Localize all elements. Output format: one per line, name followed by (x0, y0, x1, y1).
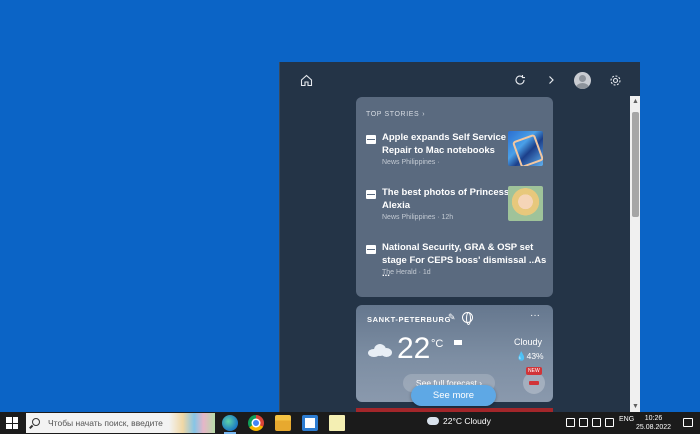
taskbar-weather-widget[interactable]: 22°C Cloudy (427, 416, 491, 426)
clock-time: 10:26 (644, 415, 663, 422)
weather-temperature: 22 (397, 332, 431, 365)
news-source-icon (366, 135, 376, 144)
story-thumbnail[interactable] (508, 131, 543, 166)
language-indicator[interactable]: ENG (619, 416, 634, 423)
search-input[interactable]: Чтобы начать поиск, введите (48, 418, 163, 428)
see-more-button[interactable]: See more (411, 385, 496, 406)
news-source-icon (366, 245, 376, 254)
widgets-panel: TOP STORIES › Apple expands Self Service… (279, 62, 640, 412)
search-icon (32, 418, 40, 426)
scroll-thumb[interactable] (632, 112, 639, 217)
story-title[interactable]: The best photos of Princess Alexia (382, 186, 512, 212)
edit-icon[interactable]: ✎ (448, 312, 456, 323)
story-meta: News Philippines · 12h (382, 214, 454, 221)
weather-city: SANKT-PETERBURG (367, 315, 452, 324)
edge-icon[interactable] (222, 415, 238, 434)
story-item[interactable]: Apple expands Self Service Repair to Mac… (366, 131, 544, 179)
taskbar-weather-text: 22°C Cloudy (443, 416, 491, 426)
security-icon[interactable] (579, 418, 588, 427)
clock-date: 25.08.2022 (636, 424, 672, 431)
weather-condition: Cloudy (514, 337, 543, 347)
story-item[interactable]: National Security, GRA & OSP set stage F… (366, 241, 546, 289)
home-icon[interactable] (297, 71, 315, 89)
notes-icon[interactable] (329, 415, 345, 431)
scroll-down-icon[interactable]: ▼ (630, 401, 640, 412)
chevron-right-icon[interactable] (542, 71, 560, 89)
new-badge: NEW (526, 367, 542, 375)
file-explorer-icon[interactable] (275, 415, 291, 431)
panel-toolbar (280, 62, 640, 98)
story-meta: The Herald · 1d (382, 269, 431, 276)
top-stories-card: TOP STORIES › Apple expands Self Service… (356, 97, 553, 297)
globe-icon[interactable] (462, 312, 473, 325)
notifications-icon[interactable] (683, 418, 693, 427)
refresh-icon[interactable] (511, 71, 529, 89)
droplet-icon: 💧 (516, 351, 527, 361)
weather-map-button[interactable] (523, 372, 545, 394)
top-stories-label: TOP STORIES (366, 110, 420, 118)
humidity-value: 43% (526, 351, 544, 361)
story-meta: News Philippines · (382, 159, 440, 166)
keyboard-icon[interactable] (566, 418, 575, 427)
story-title[interactable]: Apple expands Self Service Repair to Mac… (382, 131, 512, 157)
taskbar-search[interactable]: Чтобы начать поиск, введите (26, 413, 215, 433)
weather-alert-icon (454, 340, 462, 345)
network-icon[interactable] (592, 418, 601, 427)
avatar[interactable] (574, 72, 591, 89)
weather-humidity: 💧43% (516, 351, 544, 362)
story-thumbnail[interactable] (508, 186, 543, 221)
chevron-right-icon: › (422, 110, 426, 118)
chrome-icon[interactable] (248, 415, 264, 431)
story-item[interactable]: The best photos of Princess Alexia News … (366, 186, 544, 234)
scrollbar[interactable]: ▲ ▼ (630, 96, 640, 412)
news-source-icon (366, 190, 376, 199)
store-icon[interactable] (302, 415, 318, 431)
volume-icon[interactable] (605, 418, 614, 427)
weather-unit: °C (431, 338, 444, 350)
search-highlight-image (169, 413, 215, 433)
scroll-up-icon[interactable]: ▲ (630, 96, 640, 107)
cloud-icon (427, 417, 439, 425)
gear-icon[interactable] (606, 71, 624, 89)
more-options-button[interactable]: ··· (530, 310, 540, 321)
taskbar: Чтобы начать поиск, введите 22°C Cloudy … (0, 412, 700, 434)
clock[interactable]: 10:26 25.08.2022 (636, 414, 671, 432)
top-stories-header[interactable]: TOP STORIES › (366, 107, 543, 121)
windows-start-icon[interactable] (6, 417, 18, 429)
cloud-icon (368, 343, 392, 357)
